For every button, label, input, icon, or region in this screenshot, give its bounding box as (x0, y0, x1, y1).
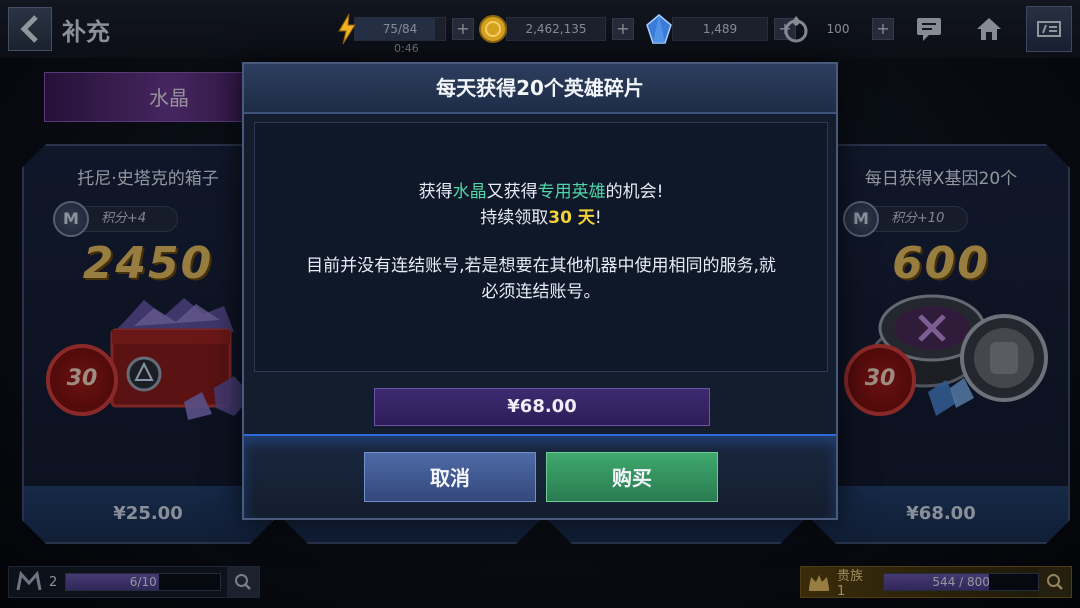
text-segment: 的机会! (605, 182, 664, 202)
text-segment: 又获得 (486, 182, 538, 202)
highlight-hero: 专用英雄 (537, 182, 606, 202)
account-notice-line-2: 必须连结账号。 (481, 282, 601, 302)
price-display: ¥68.00 (374, 388, 710, 426)
benefit-line: 获得水晶又获得专用英雄的机会! (255, 179, 827, 205)
text-segment: 持续领取 (480, 208, 549, 228)
cancel-button[interactable]: 取消 (364, 452, 536, 502)
duration-line: 持续领取30 天! (255, 205, 827, 231)
lightning-icon (338, 13, 356, 45)
highlight-days: 30 天 (548, 208, 595, 228)
buy-button[interactable]: 购买 (546, 452, 718, 502)
text-segment: 获得 (418, 182, 453, 202)
dialog-body: 获得水晶又获得专用英雄的机会! 持续领取30 天! 目前并没有连结账号,若是想要… (254, 122, 828, 372)
highlight-crystal: 水晶 (452, 182, 487, 202)
text-segment: ! (594, 208, 602, 228)
gold-coin-icon (479, 15, 507, 43)
account-notice-line-1: 目前并没有连结账号,若是想要在其他机器中使用相同的服务,就 (306, 256, 776, 276)
purchase-dialog: 每天获得20个英雄碎片 获得水晶又获得专用英雄的机会! 持续领取30 天! 目前… (242, 62, 838, 520)
dialog-footer: 取消 购买 (244, 434, 836, 518)
crystal-icon (646, 14, 672, 44)
dialog-title: 每天获得20个英雄碎片 (244, 64, 836, 114)
